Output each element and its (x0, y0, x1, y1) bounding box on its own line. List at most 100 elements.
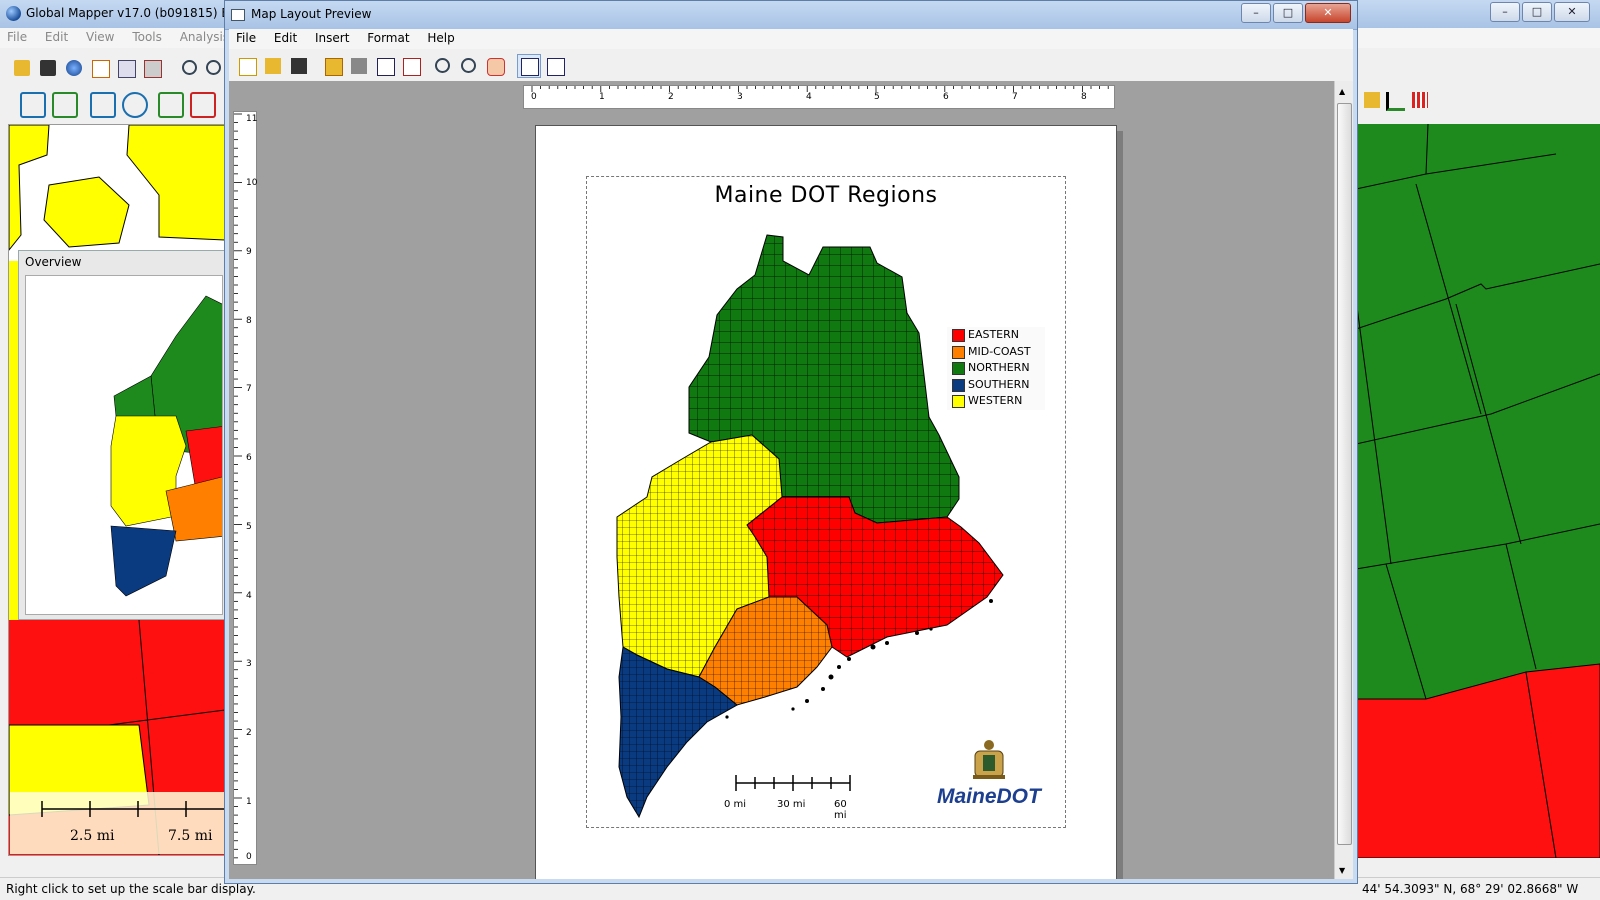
grid-icon (547, 58, 565, 76)
main-maximize-button[interactable]: □ (1522, 2, 1552, 22)
ruler-v-label-9: 9 (246, 247, 252, 257)
export-button[interactable] (321, 54, 345, 78)
main-close-button[interactable]: ✕ (1554, 2, 1590, 22)
legend-swatch-northern (952, 362, 965, 375)
legend-label-southern: SOUTHERN (968, 377, 1030, 391)
layout-page[interactable]: Maine DOT Regions EASTERN MID-COAST NORT… (535, 125, 1117, 879)
disk-icon (40, 60, 56, 76)
layout-button[interactable] (88, 56, 112, 80)
digitize-tool-2[interactable] (48, 88, 78, 118)
config-button[interactable] (140, 56, 164, 80)
main-minimize-button[interactable]: – (1490, 2, 1520, 22)
legend-swatch-western (952, 395, 965, 408)
scroll-down-arrow-icon[interactable]: ▼ (1339, 866, 1345, 875)
right-tool-2[interactable] (1382, 88, 1406, 112)
ruler-v-label-6: 6 (246, 453, 252, 463)
map-scale-label-0: 0 mi (724, 799, 747, 810)
map-scale-bar[interactable]: 0 mi 30 mi 60 mi (724, 773, 856, 821)
digitize-tool-1[interactable] (16, 88, 46, 118)
layout-menu-file[interactable]: File (229, 29, 263, 47)
layout-minimize-button[interactable]: – (1241, 3, 1271, 23)
overview-panel: Overview (18, 250, 226, 620)
folder-icon (14, 60, 30, 76)
layout-save-button[interactable] (287, 54, 311, 78)
layout-menu-insert[interactable]: Insert (308, 29, 356, 47)
grid-button[interactable] (543, 54, 567, 78)
layout-canvas[interactable]: 0 1 2 3 4 5 6 7 8 11 10 9 8 7 6 5 4 3 2 … (229, 81, 1335, 879)
disk-icon (291, 58, 307, 74)
ruler-v-label-11: 11 (246, 114, 258, 124)
map-legend[interactable]: EASTERN MID-COAST NORTHERN SOUTHERN WEST… (947, 327, 1045, 410)
right-tool-1[interactable] (1360, 88, 1384, 112)
select-icon (521, 58, 539, 76)
digitize-tool-4[interactable] (118, 88, 148, 118)
ruler-v-label-1: 1 (246, 797, 252, 807)
edit-icon (20, 92, 46, 118)
scale-label-2: 7.5 mi (168, 828, 213, 844)
layout-vertical-scrollbar[interactable]: ▲ ▼ (1334, 81, 1353, 879)
horizontal-ruler: 0 1 2 3 4 5 6 7 8 (523, 85, 1118, 109)
layout-menu-edit[interactable]: Edit (267, 29, 304, 47)
save-button[interactable] (36, 56, 60, 80)
legend-label-eastern: EASTERN (968, 328, 1019, 341)
status-text: Right click to set up the scale bar disp… (6, 882, 256, 896)
grid-icon (1412, 92, 1428, 108)
ruler-h-label-0: 0 (531, 92, 537, 102)
layout-zoom-out-button[interactable] (457, 54, 481, 78)
ruler-v-label-4: 4 (246, 591, 252, 601)
digitize-tool-3[interactable] (86, 88, 116, 118)
scroll-up-arrow-icon[interactable]: ▲ (1339, 87, 1345, 96)
main-menu-edit[interactable]: Edit (38, 28, 75, 46)
horizontal-ruler-ticks (531, 86, 1118, 92)
zoom-out-button[interactable] (202, 56, 226, 80)
digitize-tool-5[interactable] (154, 88, 184, 118)
overview-map-svg (110, 295, 222, 597)
layout-menubar: File Edit Insert Format Help (229, 29, 1353, 49)
maine-dot-logo: MaineDOT (937, 785, 1041, 808)
window-icon (231, 9, 245, 21)
layout-window-title: Map Layout Preview (251, 7, 372, 21)
pan-button[interactable] (483, 54, 507, 78)
zoom-in-icon (182, 60, 197, 75)
layout-close-button[interactable]: ✕ (1305, 3, 1351, 23)
lasso-icon (122, 92, 148, 118)
list-icon (118, 60, 136, 78)
main-window-title: Global Mapper v17.0 (b091815) Beta (26, 6, 250, 20)
select-mode-button[interactable] (517, 54, 541, 78)
layout-maximize-button[interactable]: □ (1273, 3, 1303, 23)
web-data-button[interactable] (62, 56, 86, 80)
overview-map[interactable] (25, 275, 223, 615)
hand-icon (487, 58, 505, 76)
edit-icon (52, 92, 78, 118)
main-menu-tools[interactable]: Tools (125, 28, 169, 46)
legend-swatch-midcoast (952, 345, 965, 359)
tool-icon (1364, 92, 1380, 108)
import-button[interactable] (235, 54, 259, 78)
layout-menu-format[interactable]: Format (360, 29, 416, 47)
overlay-control-button[interactable] (114, 56, 138, 80)
main-map-right[interactable] (1356, 124, 1600, 858)
ruler-h-label-8: 8 (1081, 92, 1087, 102)
globe-icon (66, 60, 82, 76)
scrollbar-thumb[interactable] (1337, 103, 1352, 845)
main-scale-bar[interactable]: 2.5 mi 7.5 mi (10, 792, 224, 854)
edit-element-button[interactable] (373, 54, 397, 78)
new-element-button[interactable] (261, 54, 285, 78)
scale-bar-svg (41, 801, 224, 817)
main-menu-file[interactable]: File (0, 28, 34, 46)
layout-zoom-in-button[interactable] (431, 54, 455, 78)
label-tool[interactable] (186, 88, 216, 118)
print-button[interactable] (347, 54, 371, 78)
coordinate-readout: 44' 54.3093" N, 68° 29' 02.8668" W (1362, 882, 1579, 896)
ruler-h-label-4: 4 (806, 92, 812, 102)
layout-menu-help[interactable]: Help (420, 29, 461, 47)
zoom-in-button[interactable] (178, 56, 202, 80)
right-tool-3[interactable] (1408, 88, 1432, 112)
main-menu-view[interactable]: View (79, 28, 121, 46)
layout-client-area: File Edit Insert Format Help 0 1 2 3 4 5… (229, 29, 1353, 879)
map-frame[interactable]: Maine DOT Regions EASTERN MID-COAST NORT… (586, 176, 1066, 828)
folder-add-icon (265, 58, 281, 74)
open-folder-button[interactable] (10, 56, 34, 80)
properties-button[interactable] (399, 54, 423, 78)
zoom-out-icon (461, 58, 476, 73)
